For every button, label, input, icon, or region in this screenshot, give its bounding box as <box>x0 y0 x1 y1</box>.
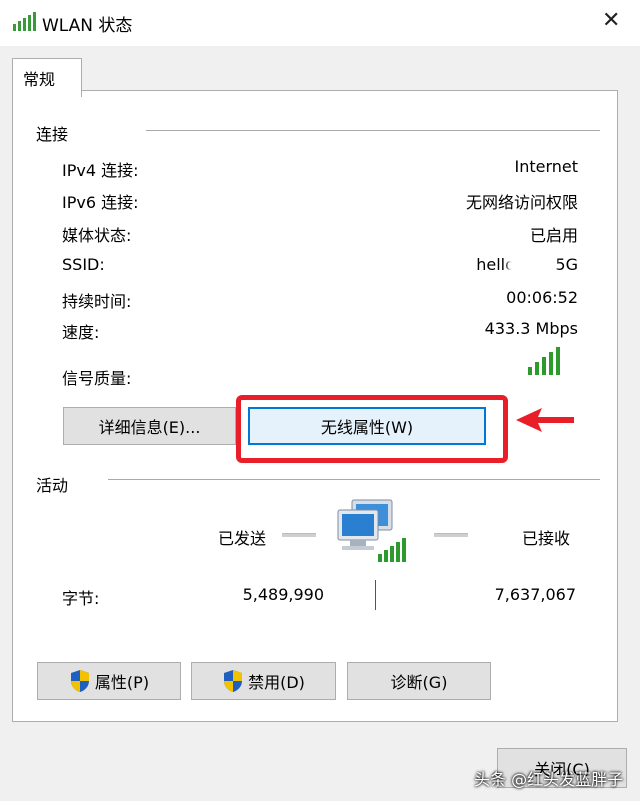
ssid-label: SSID: <box>62 255 105 274</box>
activity-heading: 活动 <box>36 476 69 495</box>
duration-value: 00:06:52 <box>506 288 578 307</box>
sent-bytes-value: 5,489,990 <box>242 585 324 604</box>
watermark: 头条 @红头发蓝胖子 <box>474 770 624 789</box>
received-label: 已接收 <box>522 529 571 548</box>
arrow-left-icon <box>516 408 574 432</box>
bytes-divider <box>375 580 376 610</box>
close-icon[interactable]: ✕ <box>602 8 620 33</box>
sent-indicator <box>282 533 316 537</box>
uac-shield-icon <box>70 670 89 692</box>
network-computers-icon <box>337 499 406 562</box>
signal-strength-icon <box>528 345 562 375</box>
properties-button[interactable]: 属性(P) <box>37 662 181 700</box>
disable-button-label: 禁用(D) <box>248 673 305 692</box>
media-state-label: 媒体状态: <box>62 226 132 245</box>
properties-button-label: 属性(P) <box>94 673 150 692</box>
details-button[interactable]: 详细信息(E)... <box>63 407 236 445</box>
received-bytes-value: 7,637,067 <box>494 585 576 604</box>
connection-heading: 连接 <box>36 125 69 144</box>
sent-label: 已发送 <box>218 529 267 548</box>
connection-divider <box>146 130 600 131</box>
diagnose-button[interactable]: 诊断(G) <box>347 662 491 700</box>
window-title: WLAN 状态 <box>42 16 133 36</box>
duration-label: 持续时间: <box>62 292 132 311</box>
highlight-box <box>236 395 508 463</box>
received-indicator <box>434 533 468 537</box>
media-state-value: 已启用 <box>529 226 578 245</box>
ipv4-value: Internet <box>514 157 578 176</box>
uac-shield-icon <box>224 670 243 692</box>
wifi-signal-icon <box>13 12 36 31</box>
speed-value: 433.3 Mbps <box>484 319 578 338</box>
bytes-label: 字节: <box>62 589 100 608</box>
ssid-redaction <box>508 254 556 276</box>
disable-button[interactable]: 禁用(D) <box>191 662 336 700</box>
ipv6-value: 无网络访问权限 <box>465 193 578 212</box>
ipv6-label: IPv6 连接: <box>62 193 139 212</box>
activity-divider <box>108 479 600 480</box>
tab-label: 常规 <box>23 70 56 89</box>
tab-general[interactable]: 常规 <box>12 58 82 97</box>
speed-label: 速度: <box>62 323 100 342</box>
signal-quality-label: 信号质量: <box>62 369 132 388</box>
ipv4-label: IPv4 连接: <box>62 161 139 180</box>
